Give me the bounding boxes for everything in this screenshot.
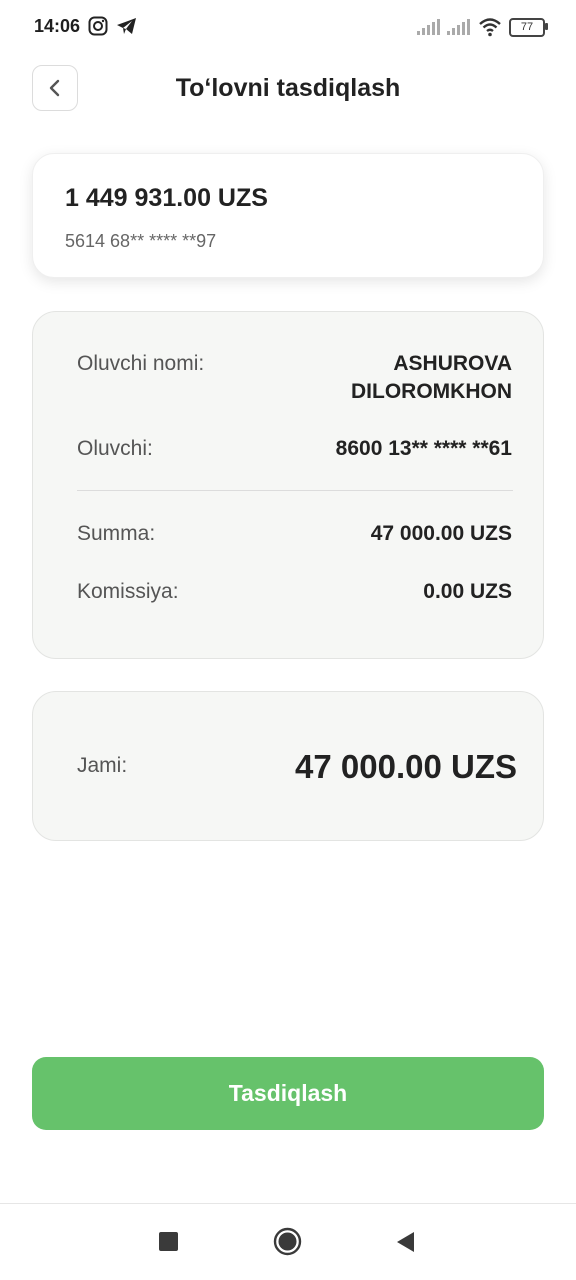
status-time: 14:06 — [34, 16, 81, 36]
payment-details: Oluvchi nomi: ASHUROVA DILOROMKHON Oluvc… — [32, 311, 544, 659]
recipient-label: Oluvchi: — [77, 437, 153, 460]
recent-apps-button[interactable] — [159, 1232, 178, 1251]
total-panel: Jami: 47 000.00 UZS — [32, 691, 544, 841]
battery-level: 77 — [509, 18, 545, 37]
home-button[interactable] — [273, 1227, 302, 1256]
page-title: To‘lovni tasdiqlash — [175, 74, 401, 102]
recipient-name-line1: ASHUROVA — [393, 352, 512, 375]
card-number: 5614 68** **** **97 — [65, 231, 217, 251]
amount-value: 47 000.00 UZS — [370, 522, 512, 545]
payment-card[interactable]: 1 449 931.00 UZS 5614 68** **** **97 — [32, 153, 544, 278]
recipient-name-label: Oluvchi nomi: — [77, 352, 205, 375]
status-bar: 14:06 77 — [0, 0, 576, 56]
confirm-button[interactable]: Tasdiqlash — [32, 1057, 544, 1130]
nav-back-button[interactable] — [394, 1230, 416, 1254]
telegram-icon — [117, 18, 136, 34]
fee-value: 0.00 UZS — [423, 580, 512, 603]
total-label: Jami: — [77, 754, 128, 777]
recipient-card-number: 8600 13** **** **61 — [335, 437, 512, 460]
total-value: 47 000.00 UZS — [295, 748, 517, 785]
amount-label: Summa: — [77, 522, 156, 545]
divider — [77, 490, 513, 491]
signal-icon — [417, 19, 440, 35]
wifi-icon — [479, 18, 501, 37]
battery-icon: 77 — [509, 18, 548, 37]
recipient-name-line2: DILOROMKHON — [351, 380, 512, 403]
signal-icon — [447, 19, 470, 35]
nav-divider — [0, 1203, 576, 1204]
card-balance: 1 449 931.00 UZS — [65, 184, 268, 212]
instagram-icon — [88, 16, 108, 36]
fee-label: Komissiya: — [77, 580, 179, 603]
